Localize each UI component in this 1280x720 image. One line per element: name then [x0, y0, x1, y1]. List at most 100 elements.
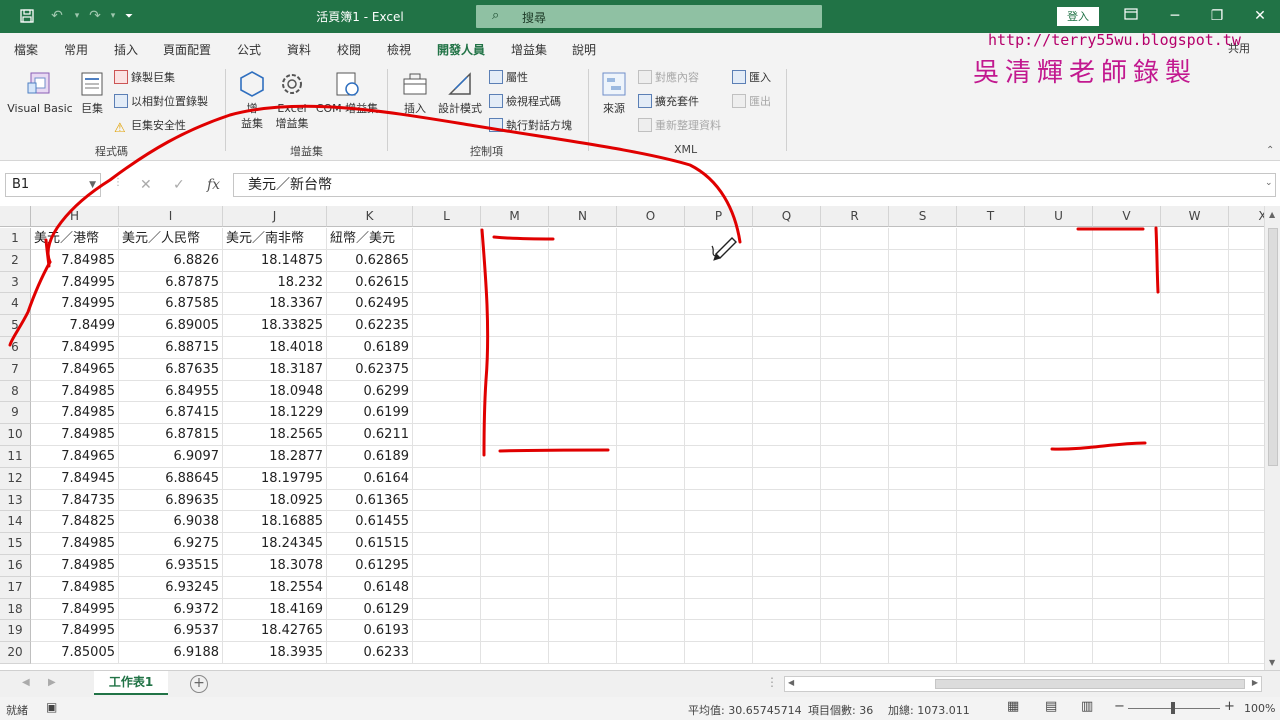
row-header-18[interactable]: 18 — [0, 598, 31, 621]
grid-cell[interactable] — [753, 380, 821, 403]
grid-cell[interactable] — [889, 511, 957, 534]
data-cell[interactable]: 7.84985 — [31, 402, 119, 425]
grid-cell[interactable] — [1093, 315, 1161, 337]
grid-cell[interactable] — [413, 489, 481, 512]
data-cell[interactable]: 18.3935 — [223, 642, 327, 664]
grid-cell[interactable] — [481, 337, 549, 359]
grid-cell[interactable] — [685, 337, 753, 359]
data-cell[interactable]: 18.2877 — [223, 446, 327, 468]
grid-cell[interactable] — [685, 271, 753, 294]
horizontal-scroll-thumb[interactable] — [935, 679, 1245, 689]
grid-cell[interactable] — [549, 228, 617, 250]
grid-cell[interactable] — [685, 533, 753, 555]
data-cell[interactable]: 18.19795 — [223, 467, 327, 490]
grid-cell[interactable] — [957, 337, 1025, 359]
grid-cell[interactable] — [549, 533, 617, 555]
data-cell[interactable]: 6.89635 — [119, 489, 223, 512]
grid-cell[interactable] — [549, 555, 617, 577]
ribbon-display-options-icon[interactable] — [1117, 6, 1145, 26]
grid-cell[interactable] — [549, 293, 617, 316]
grid-cell[interactable] — [685, 620, 753, 643]
row-header-15[interactable]: 15 — [0, 533, 31, 555]
grid-cell[interactable] — [617, 598, 685, 621]
tab-insert[interactable]: 插入 — [114, 41, 138, 58]
row-header-4[interactable]: 4 — [0, 293, 31, 316]
grid-cell[interactable] — [1229, 315, 1264, 337]
data-cell[interactable]: 6.9372 — [119, 598, 223, 621]
restore-icon[interactable]: ❐ — [1203, 6, 1231, 26]
column-header-o[interactable]: O — [617, 206, 685, 227]
data-cell[interactable]: 7.84985 — [31, 555, 119, 577]
grid-cell[interactable] — [685, 424, 753, 446]
add-sheet-icon[interactable]: + — [190, 675, 208, 693]
grid-cell[interactable] — [1161, 533, 1229, 555]
grid-cell[interactable] — [753, 337, 821, 359]
grid-cell[interactable] — [549, 337, 617, 359]
data-cell[interactable]: 7.84995 — [31, 271, 119, 294]
grid-cell[interactable] — [481, 489, 549, 512]
grid-cell[interactable] — [1093, 598, 1161, 621]
grid-cell[interactable] — [617, 642, 685, 664]
grid-cell[interactable] — [1229, 293, 1264, 316]
scroll-right-icon[interactable]: ▶ — [1252, 678, 1258, 687]
grid-cell[interactable] — [821, 467, 889, 490]
column-header-k[interactable]: K — [327, 206, 413, 227]
tab-formulas[interactable]: 公式 — [237, 41, 261, 58]
grid-cell[interactable] — [821, 293, 889, 316]
grid-cell[interactable] — [1229, 533, 1264, 555]
grid-cell[interactable] — [1093, 380, 1161, 403]
grid-cell[interactable] — [1093, 467, 1161, 490]
grid-cell[interactable] — [1161, 446, 1229, 468]
grid-cell[interactable] — [821, 446, 889, 468]
grid-cell[interactable] — [1229, 555, 1264, 577]
grid-cell[interactable] — [1161, 598, 1229, 621]
grid-cell[interactable] — [617, 446, 685, 468]
row-header-12[interactable]: 12 — [0, 467, 31, 490]
grid-cell[interactable] — [481, 576, 549, 599]
row-header-7[interactable]: 7 — [0, 358, 31, 381]
data-cell[interactable]: 7.84995 — [31, 620, 119, 643]
horizontal-scrollbar[interactable]: ◀ ▶ — [784, 676, 1262, 692]
grid-cell[interactable] — [821, 337, 889, 359]
grid-cell[interactable] — [617, 249, 685, 272]
row-header-13[interactable]: 13 — [0, 489, 31, 512]
grid-cell[interactable] — [685, 249, 753, 272]
column-header-w[interactable]: W — [1161, 206, 1229, 227]
data-cell[interactable]: 18.14875 — [223, 249, 327, 272]
grid-cell[interactable] — [685, 315, 753, 337]
grid-cell[interactable] — [1093, 555, 1161, 577]
grid-cell[interactable] — [413, 315, 481, 337]
data-cell[interactable]: 6.9188 — [119, 642, 223, 664]
page-layout-view-icon[interactable]: ▤ — [1045, 699, 1057, 714]
data-cell[interactable]: 6.87875 — [119, 271, 223, 294]
grid-cell[interactable] — [413, 598, 481, 621]
data-cell[interactable]: 7.85005 — [31, 642, 119, 664]
row-header-5[interactable]: 5 — [0, 315, 31, 337]
grid-cell[interactable] — [549, 642, 617, 664]
column-header-s[interactable]: S — [889, 206, 957, 227]
grid-cell[interactable] — [1161, 249, 1229, 272]
grid-cell[interactable] — [753, 358, 821, 381]
grid-cell[interactable] — [685, 358, 753, 381]
grid-cell[interactable] — [481, 642, 549, 664]
design-mode-button[interactable]: 設計模式 — [436, 69, 484, 116]
grid-cell[interactable] — [753, 271, 821, 294]
grid-cell[interactable] — [1025, 358, 1093, 381]
data-cell[interactable]: 0.6189 — [327, 337, 413, 359]
worksheet-grid[interactable]: H I J K L M N O P Q R S T U V W X 1 美元／港幣 美元／人民幣 美元／南非幣 紐幣／美元… — [0, 206, 1264, 670]
grid-cell[interactable] — [685, 555, 753, 577]
splitter-icon[interactable]: ⋮ — [766, 675, 778, 689]
grid-cell[interactable] — [957, 489, 1025, 512]
grid-cell[interactable] — [1093, 511, 1161, 534]
grid-cell[interactable] — [1093, 533, 1161, 555]
select-all-corner[interactable] — [0, 206, 31, 227]
grid-cell[interactable] — [617, 271, 685, 294]
grid-cell[interactable] — [753, 446, 821, 468]
minimize-icon[interactable]: ─ — [1161, 6, 1189, 26]
grid-cell[interactable] — [481, 511, 549, 534]
grid-cell[interactable] — [753, 228, 821, 250]
grid-cell[interactable] — [549, 511, 617, 534]
grid-cell[interactable] — [889, 271, 957, 294]
tab-data[interactable]: 資料 — [287, 41, 311, 58]
row-header-20[interactable]: 20 — [0, 642, 31, 664]
